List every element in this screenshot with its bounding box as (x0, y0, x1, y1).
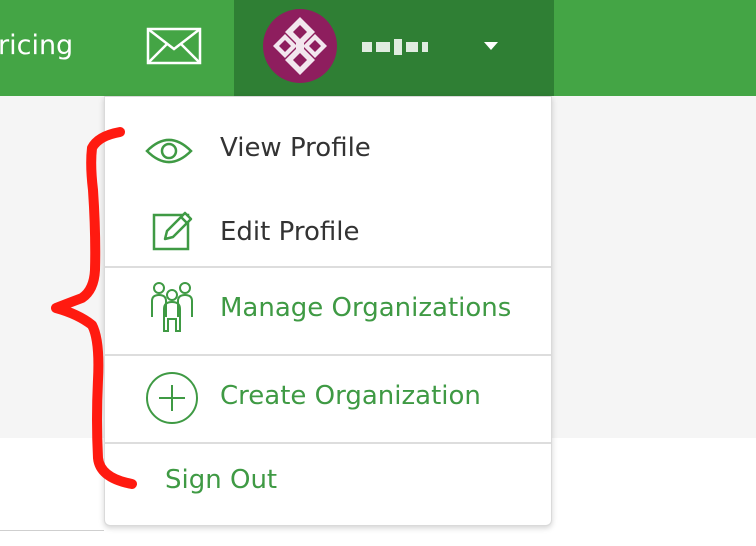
username-obscured (362, 36, 466, 58)
user-menu-toggle[interactable] (234, 0, 554, 96)
user-dropdown-menu: View Profile Edit Profile Manage Organiz… (104, 96, 552, 526)
page-divider-line (0, 530, 104, 531)
menu-item-view-profile[interactable]: View Profile (105, 119, 551, 181)
caret-down-icon[interactable] (484, 42, 498, 50)
menu-item-label: Edit Profile (220, 217, 360, 247)
menu-item-label: Sign Out (165, 465, 278, 495)
avatar[interactable] (263, 9, 337, 83)
menu-divider (105, 354, 551, 356)
menu-item-create-organization[interactable]: Create Organization (105, 357, 551, 441)
pencil-edit-icon (152, 211, 193, 251)
menu-item-label: Create Organization (220, 381, 481, 411)
menu-divider (105, 442, 551, 444)
menu-item-manage-organizations[interactable]: Manage Organizations (105, 269, 551, 353)
plus-circle-icon (146, 372, 198, 424)
menu-item-label: Manage Organizations (220, 293, 512, 323)
menu-item-sign-out[interactable]: Sign Out (105, 445, 551, 523)
menu-item-label: View Profile (220, 133, 371, 163)
eye-icon (145, 138, 193, 164)
nav-link-pricing[interactable]: ricing (0, 28, 73, 64)
people-group-icon (151, 282, 193, 332)
menu-divider (105, 266, 551, 268)
menu-item-edit-profile[interactable]: Edit Profile (105, 197, 551, 263)
top-navbar: ricing (0, 0, 756, 96)
avatar-pattern-icon (263, 9, 337, 83)
envelope-icon[interactable] (146, 27, 202, 65)
